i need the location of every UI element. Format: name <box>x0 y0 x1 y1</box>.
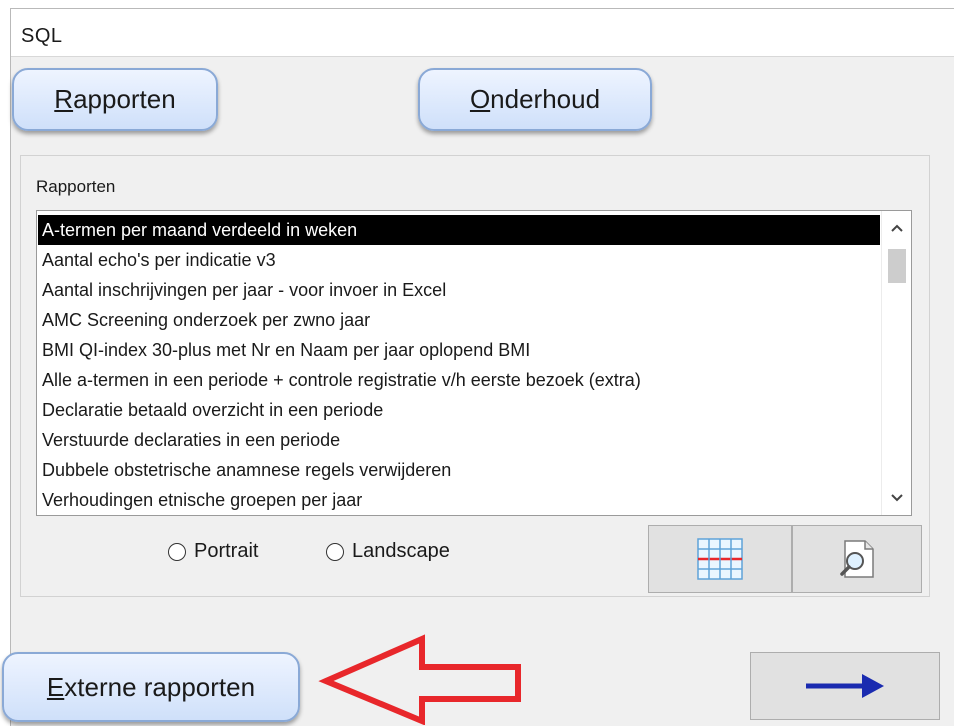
preview-button[interactable] <box>792 525 922 593</box>
scroll-down-icon[interactable] <box>882 485 911 511</box>
portrait-radio-circle[interactable] <box>168 542 186 561</box>
portrait-radio[interactable]: Portrait <box>168 540 258 563</box>
list-item[interactable]: Dubbele obstetrische anamnese regels ver… <box>38 455 880 485</box>
window-title: SQL <box>21 25 63 47</box>
list-item[interactable]: Verhoudingen etnische groepen per jaar <box>38 485 880 515</box>
onderhoud-mnemonic: O <box>469 84 491 114</box>
list-item[interactable]: AMC Screening onderzoek per zwno jaar <box>38 305 880 335</box>
grid-export-button[interactable] <box>648 525 792 593</box>
onderhoud-button[interactable]: Onderhoud <box>418 68 652 131</box>
list-item[interactable]: Verstuurde declaraties in een periode <box>38 425 880 455</box>
list-item[interactable]: Alle a-termen in een periode + controle … <box>38 365 880 395</box>
landscape-label: Landscape <box>352 540 450 562</box>
reports-listbox[interactable]: A-termen per maand verdeeld in weken Aan… <box>36 210 912 516</box>
group-label: Rapporten <box>36 177 116 196</box>
rapporten-button[interactable]: Rapporten <box>12 68 218 131</box>
red-annotation-arrow-icon <box>318 634 521 725</box>
externe-rapporten-button[interactable]: Externe rapporten <box>2 652 300 722</box>
landscape-radio-circle[interactable] <box>326 542 344 561</box>
onderhoud-label: nderhoud <box>490 84 601 114</box>
list-scrollbar[interactable] <box>881 211 911 515</box>
rapporten-label: apporten <box>73 84 176 114</box>
magnifier-document-icon <box>840 540 874 578</box>
grid-table-icon <box>697 538 743 580</box>
list-item[interactable]: BMI QI-index 30-plus met Nr en Naam per … <box>38 335 880 365</box>
landscape-radio[interactable]: Landscape <box>326 540 450 563</box>
list-item[interactable]: A-termen per maand verdeeld in weken <box>38 215 880 245</box>
list-item[interactable]: Aantal echo's per indicatie v3 <box>38 245 880 275</box>
scroll-up-icon[interactable] <box>882 215 911 241</box>
scroll-thumb[interactable] <box>888 249 906 283</box>
reports-list: A-termen per maand verdeeld in weken Aan… <box>38 215 880 515</box>
title-bar: SQL <box>11 9 954 57</box>
right-arrow-icon <box>806 674 884 698</box>
externe-rapporten-label: xterne rapporten <box>64 671 256 702</box>
rapporten-mnemonic: R <box>54 84 74 114</box>
next-button[interactable] <box>750 652 940 720</box>
externe-rapporten-mnemonic: E <box>46 671 65 702</box>
list-item[interactable]: Aantal inschrijvingen per jaar - voor in… <box>38 275 880 305</box>
list-item[interactable]: Declaratie betaald overzicht in een peri… <box>38 395 880 425</box>
portrait-label: Portrait <box>194 540 259 562</box>
